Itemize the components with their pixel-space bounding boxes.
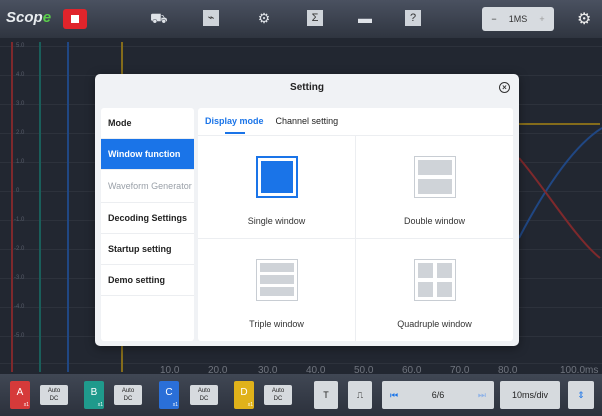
stop-button[interactable] [63, 9, 87, 29]
menu-item-mode[interactable]: Mode [101, 108, 194, 139]
settings-menu: Mode Window function Waveform Generator … [101, 108, 194, 341]
close-icon[interactable]: × [499, 82, 510, 93]
dialog-title: Setting × [95, 74, 519, 102]
folder-icon[interactable]: ▬ [357, 10, 373, 26]
menu-item-startup-setting[interactable]: Startup setting [101, 234, 194, 265]
sigma-icon[interactable]: Σ [307, 10, 323, 26]
next-page-icon[interactable]: ⏭ [478, 381, 486, 409]
channel-c-coupling[interactable]: Auto DC [190, 385, 218, 405]
mode-double-window[interactable]: Double window [356, 136, 513, 238]
bottom-bar: Ax1 Auto DC Bx1 Auto DC Cx1 Auto DC Dx1 … [0, 374, 602, 416]
channel-c-button[interactable]: Cx1 [159, 381, 179, 409]
minus-button[interactable]: − [482, 14, 506, 24]
channel-a-coupling[interactable]: Auto DC [40, 385, 68, 405]
trigger-edge-icon[interactable]: ⎍ [348, 381, 372, 409]
quadruple-window-icon [413, 259, 456, 301]
settings-gear-icon[interactable]: ⚙ [577, 9, 591, 29]
page-navigator: ⏮ 6/6 ⏭ [382, 381, 494, 409]
channel-b-button[interactable]: Bx1 [84, 381, 104, 409]
cursor-measure-icon[interactable]: ⇕ [568, 381, 594, 409]
waveform-icon[interactable]: ⌁ [203, 10, 219, 26]
mode-single-window[interactable]: Single window [198, 136, 355, 238]
timebase-value: 1MS [508, 14, 528, 24]
menu-item-demo-setting[interactable]: Demo setting [101, 265, 194, 296]
channel-d-coupling[interactable]: Auto DC [264, 385, 292, 405]
tab-display-mode[interactable]: Display mode [205, 116, 264, 134]
timebase-stepper[interactable]: − 1MS + [482, 7, 554, 31]
mode-triple-window[interactable]: Triple window [198, 239, 355, 341]
help-icon[interactable]: ? [405, 10, 421, 26]
car-icon[interactable]: ⛟ [150, 10, 168, 26]
plus-button[interactable]: + [530, 14, 554, 24]
settings-content: Display mode Channel setting Single wind… [198, 108, 513, 341]
menu-item-window-function[interactable]: Window function [101, 139, 194, 170]
tab-bar: Display mode Channel setting [198, 108, 513, 136]
previous-page-icon[interactable]: ⏮ [390, 381, 398, 409]
triple-window-icon [255, 259, 298, 301]
setting-dialog: Setting × Mode Window function Waveform … [95, 74, 519, 346]
tab-channel-setting[interactable]: Channel setting [276, 116, 339, 128]
channel-b-coupling[interactable]: Auto DC [114, 385, 142, 405]
mode-quadruple-window[interactable]: Quadruple window [356, 239, 513, 341]
display-mode-grid: Single window Double window Triple windo… [198, 136, 513, 341]
menu-item-waveform-generator: Waveform Generator [101, 170, 194, 203]
channel-d-button[interactable]: Dx1 [234, 381, 254, 409]
single-window-icon [255, 156, 298, 198]
page-indicator: 6/6 [431, 390, 445, 400]
double-window-icon [413, 156, 456, 198]
trigger-button[interactable]: T [314, 381, 338, 409]
top-toolbar: Scope ⛟ ⌁ ⚙ Σ ▬ ? − 1MS + ⚙ [0, 0, 602, 38]
gear-icon[interactable]: ⚙ [256, 10, 272, 26]
timebase-button[interactable]: 10ms/div [500, 381, 560, 409]
menu-item-decoding-settings[interactable]: Decoding Settings [101, 203, 194, 234]
channel-a-button[interactable]: Ax1 [10, 381, 30, 409]
app-logo: Scope [6, 9, 52, 26]
